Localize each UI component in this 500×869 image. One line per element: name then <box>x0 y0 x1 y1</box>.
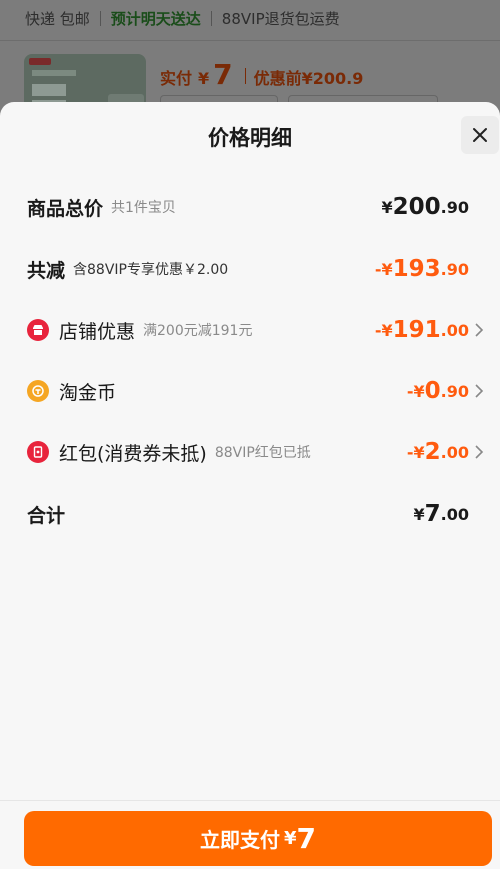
row-sub: 满200元减191元 <box>143 323 253 339</box>
store-discount-amount: -¥ 191 .00 <box>374 317 469 343</box>
row-sub: 含88VIP专享优惠￥2.00 <box>73 262 229 278</box>
price-detail-sheet: 价格明细 商品总价 共1件宝贝 ¥ 200 .90 共减 含88VIP专享优惠￥… <box>0 102 500 869</box>
paid-label: 实付 <box>160 69 193 88</box>
shipping-return: 88VIP退货包运费 <box>221 9 340 28</box>
shipping-bar: 快递 包邮 预计明天送达 88VIP退货包运费 <box>0 0 500 36</box>
paid-currency: ¥ <box>198 69 210 88</box>
store-icon <box>27 319 49 341</box>
close-button[interactable] <box>461 116 499 154</box>
price-before-discount: 优惠前¥200.9 <box>253 69 364 88</box>
row-label: 商品总价 <box>27 197 104 220</box>
coin-amount: -¥ 0 .90 <box>406 378 469 404</box>
row-store-discount[interactable]: 店铺优惠 满200元减191元 -¥ 191 .00 <box>0 310 500 350</box>
red-packet-icon <box>27 441 49 463</box>
row-sub: 88VIP红包已抵 <box>214 445 311 461</box>
row-label: 合计 <box>27 504 66 527</box>
divider <box>99 10 101 26</box>
divider <box>244 68 246 84</box>
row-total-reduced: 共减 含88VIP专享优惠￥2.00 -¥ 193 .90 <box>0 249 500 289</box>
shipping-eta: 预计明天送达 <box>110 9 201 28</box>
row-label: 红包(消费券未抵) <box>59 442 207 465</box>
total-reduced-amount: -¥ 193 .90 <box>374 256 469 282</box>
pay-now-button[interactable]: 立即支付 ¥ 7 <box>24 811 492 866</box>
chevron-right-icon <box>475 445 484 459</box>
divider <box>0 40 500 41</box>
pay-button-value: 7 <box>296 822 316 855</box>
divider <box>210 10 212 26</box>
row-red-packet[interactable]: 红包(消费券未抵) 88VIP红包已抵 -¥ 2 .00 <box>0 432 500 472</box>
row-taojinbi[interactable]: 淘金币 -¥ 0 .90 <box>0 371 500 411</box>
chevron-right-icon <box>475 323 484 337</box>
divider <box>0 800 500 801</box>
sum-amount: ¥ 7 .00 <box>413 501 470 527</box>
pay-button-label: 立即支付 <box>199 828 280 852</box>
row-sub: 共1件宝贝 <box>111 200 176 216</box>
sheet-title: 价格明细 <box>208 126 292 150</box>
shipping-express: 快递 包邮 <box>25 9 90 28</box>
row-label: 共减 <box>27 259 66 282</box>
coin-icon <box>27 380 49 402</box>
row-label: 淘金币 <box>59 381 117 404</box>
paid-value: 7 <box>213 58 233 91</box>
close-icon <box>473 128 487 142</box>
row-label: 店铺优惠 <box>59 320 136 343</box>
goods-total-amount: ¥ 200 .90 <box>381 194 470 220</box>
row-sum: 合计 ¥ 7 .00 <box>0 494 500 534</box>
row-goods-total: 商品总价 共1件宝贝 ¥ 200 .90 <box>0 187 500 227</box>
chevron-right-icon <box>475 384 484 398</box>
red-packet-amount: -¥ 2 .00 <box>406 439 469 465</box>
background-price: 实付 ¥ 7 优惠前¥200.9 <box>160 58 363 91</box>
pay-button-currency: ¥ <box>283 828 297 849</box>
